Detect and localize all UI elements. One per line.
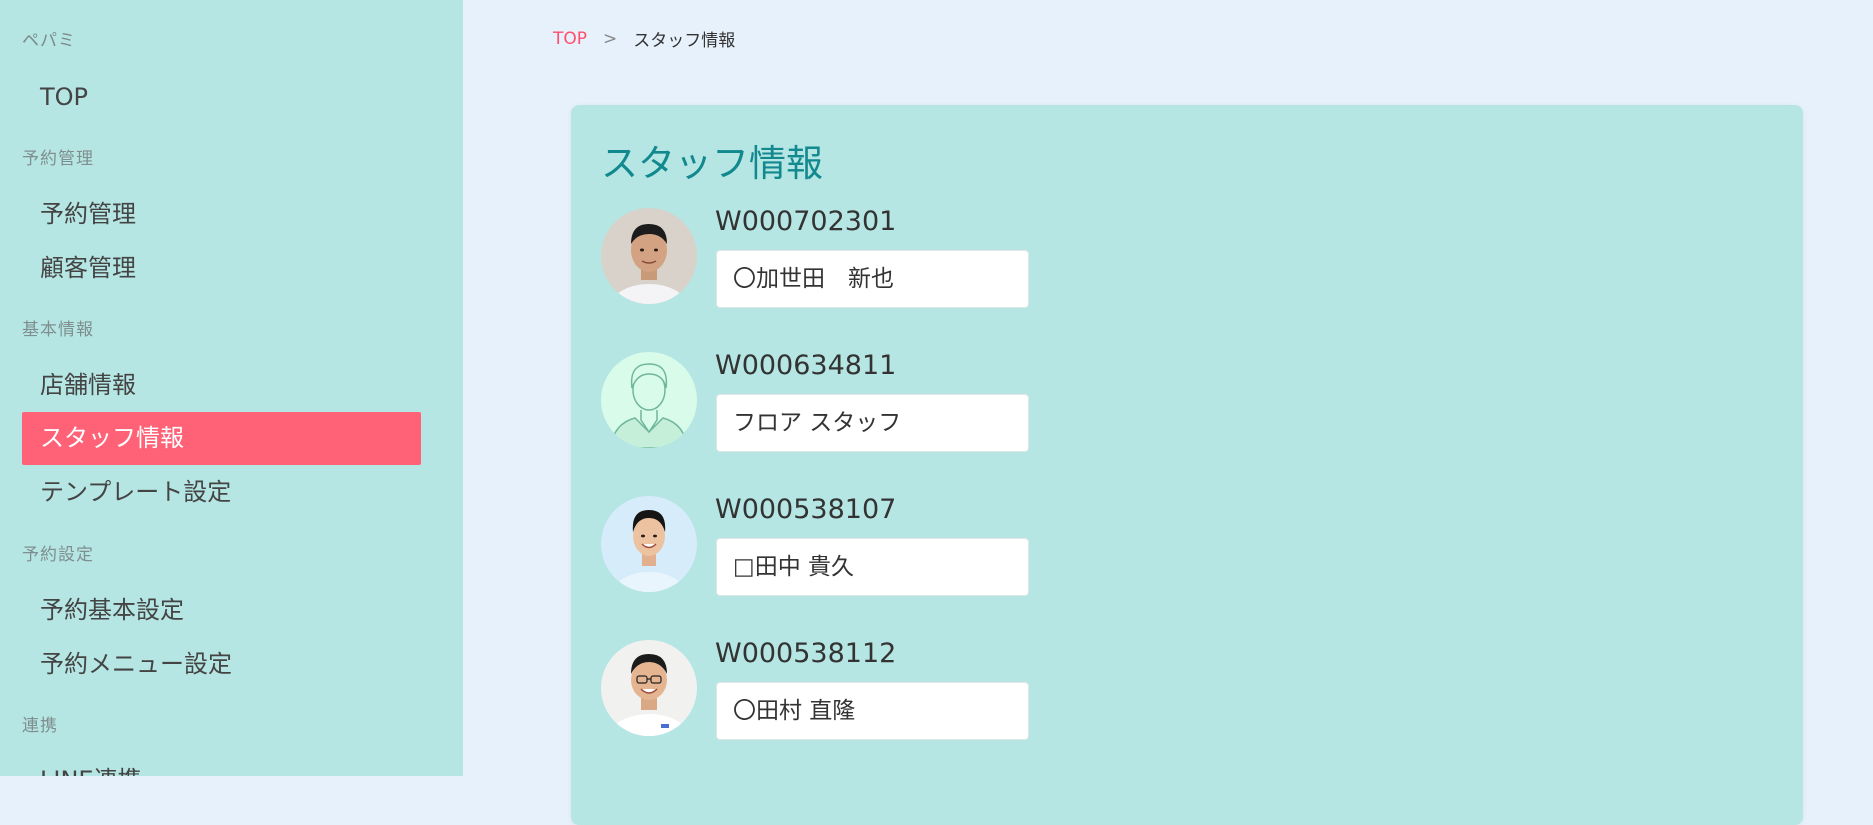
sidebar-item-reservation-basic-settings[interactable]: 予約基本設定	[22, 584, 421, 637]
sidebar: ペパミ TOP 予約管理 予約管理 顧客管理 基本情報 店舗情報 スタッフ情報 …	[0, 0, 463, 776]
staff-name-field[interactable]: 〇加世田 新也	[716, 250, 1029, 308]
staff-name-field[interactable]: □田中 貴久	[716, 538, 1029, 596]
staff-id: W000634811	[715, 350, 897, 381]
staff-id: W000538107	[715, 494, 897, 525]
staff-photo-avatar	[601, 496, 697, 592]
breadcrumb: TOP > スタッフ情報	[553, 26, 736, 52]
staff-id: W000538112	[715, 638, 897, 669]
sidebar-section-reservation: 予約管理	[22, 149, 94, 169]
staff-row: W000538112 〇田村 直隆	[601, 638, 1101, 740]
sidebar-item-staff-info[interactable]: スタッフ情報	[22, 412, 421, 465]
sidebar-section-reservation-settings: 予約設定	[22, 545, 94, 565]
staff-photo-avatar	[601, 208, 697, 304]
staff-photo-avatar	[601, 640, 697, 736]
breadcrumb-current: スタッフ情報	[633, 31, 736, 51]
breadcrumb-home-link[interactable]: TOP	[553, 29, 587, 49]
staff-row: W000702301 〇加世田 新也	[601, 206, 1101, 308]
sidebar-item-customer-management[interactable]: 顧客管理	[22, 242, 421, 295]
staff-row: W000538107 □田中 貴久	[601, 494, 1101, 596]
sidebar-item-store-info[interactable]: 店舗情報	[22, 359, 421, 412]
placeholder-person-icon	[601, 352, 697, 448]
brand-label: ペパミ	[22, 31, 76, 51]
staff-name-field[interactable]: 〇田村 直隆	[716, 682, 1029, 740]
sidebar-item-reservation-management[interactable]: 予約管理	[22, 188, 421, 241]
sidebar-item-template-settings[interactable]: テンプレート設定	[22, 466, 421, 519]
sidebar-item-top[interactable]: TOP	[22, 71, 421, 124]
page-title: スタッフ情報	[601, 142, 823, 185]
sidebar-item-reservation-menu-settings[interactable]: 予約メニュー設定	[22, 638, 421, 691]
staff-row: W000634811 フロア スタッフ	[601, 350, 1101, 452]
sidebar-section-integration: 連携	[22, 716, 58, 736]
staff-card: スタッフ情報 W000702301 〇加世田 新也 W000634811 フロア…	[571, 105, 1803, 825]
breadcrumb-separator: >	[603, 28, 618, 49]
main-content: TOP > スタッフ情報 スタッフ情報 W000702301 〇加世田 新也 W…	[463, 0, 1873, 825]
sidebar-section-basic-info: 基本情報	[22, 320, 94, 340]
sidebar-item-line-integration[interactable]: LINE連携	[22, 754, 421, 776]
staff-id: W000702301	[715, 206, 897, 237]
staff-name-field[interactable]: フロア スタッフ	[716, 394, 1029, 452]
